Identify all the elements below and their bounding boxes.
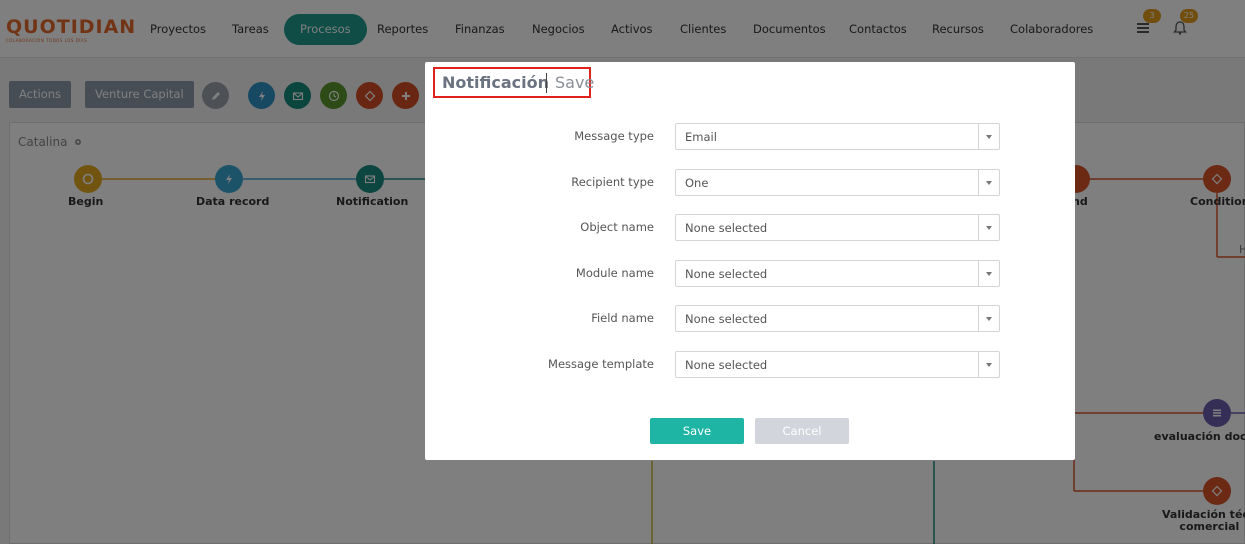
message-type-value: Email bbox=[685, 130, 717, 144]
notification-dialog: Notificación Save Message type Email Rec… bbox=[425, 62, 1075, 460]
message-template-row: Message template None selected bbox=[425, 351, 1075, 379]
header-save-link[interactable]: Save bbox=[546, 73, 594, 93]
object-name-row: Object name None selected bbox=[425, 214, 1075, 242]
message-type-select[interactable]: Email bbox=[675, 123, 1000, 150]
recipient-type-value: One bbox=[685, 176, 709, 190]
object-name-value: None selected bbox=[685, 221, 768, 235]
message-template-value: None selected bbox=[685, 358, 768, 372]
message-type-label: Message type bbox=[574, 129, 654, 143]
recipient-type-row: Recipient type One bbox=[425, 169, 1075, 197]
module-name-row: Module name None selected bbox=[425, 260, 1075, 288]
field-name-select[interactable]: None selected bbox=[675, 305, 1000, 332]
chevron-down-icon[interactable] bbox=[978, 170, 999, 195]
module-name-label: Module name bbox=[575, 266, 654, 280]
chevron-down-icon[interactable] bbox=[978, 261, 999, 286]
chevron-down-icon[interactable] bbox=[978, 352, 999, 377]
message-type-row: Message type Email bbox=[425, 123, 1075, 151]
recipient-type-label: Recipient type bbox=[571, 175, 654, 189]
recipient-type-select[interactable]: One bbox=[675, 169, 1000, 196]
chevron-down-icon[interactable] bbox=[978, 124, 999, 149]
chevron-down-icon[interactable] bbox=[978, 306, 999, 331]
module-name-value: None selected bbox=[685, 267, 768, 281]
object-name-label: Object name bbox=[580, 220, 654, 234]
field-name-row: Field name None selected bbox=[425, 305, 1075, 333]
chevron-down-icon[interactable] bbox=[978, 215, 999, 240]
field-name-label: Field name bbox=[591, 311, 654, 325]
module-name-select[interactable]: None selected bbox=[675, 260, 1000, 287]
cancel-button[interactable]: Cancel bbox=[755, 418, 849, 444]
dialog-header-highlight: Notificación Save bbox=[433, 67, 594, 98]
object-name-select[interactable]: None selected bbox=[675, 214, 1000, 241]
message-template-select[interactable]: None selected bbox=[675, 351, 1000, 378]
field-name-value: None selected bbox=[685, 312, 768, 326]
dialog-title: Notificación bbox=[442, 73, 550, 92]
message-template-label: Message template bbox=[548, 357, 654, 371]
save-button[interactable]: Save bbox=[650, 418, 744, 444]
